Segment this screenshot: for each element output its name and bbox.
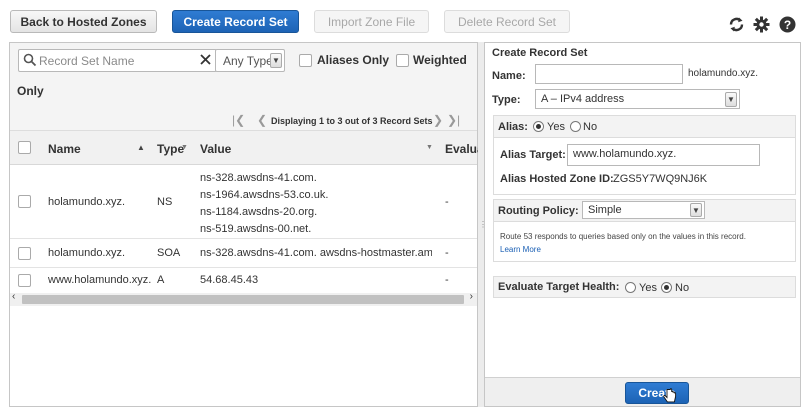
type-filter-value: Any Type bbox=[223, 54, 273, 68]
clear-search-icon[interactable] bbox=[199, 53, 212, 69]
scroll-left-icon[interactable]: ‹ bbox=[12, 291, 15, 302]
weighted-label: Weighted bbox=[413, 53, 467, 67]
evaluate-yes-radio[interactable] bbox=[625, 282, 636, 293]
evaluate-no-radio[interactable] bbox=[661, 282, 672, 293]
next-page-icon[interactable]: ❯ bbox=[433, 113, 443, 127]
first-page-icon[interactable]: |❮ bbox=[232, 113, 245, 127]
record-set-name-input[interactable] bbox=[39, 52, 189, 69]
record-value: ns-328.awsdns-41.com. awsdns-hostmaster.… bbox=[200, 247, 432, 259]
create-record-set-panel: Create Record Set Name: holamundo.xyz. T… bbox=[484, 42, 801, 407]
chevron-down-icon: ▼ bbox=[690, 203, 702, 217]
chevron-down-icon: ▼ bbox=[725, 92, 737, 107]
gear-icon[interactable] bbox=[752, 15, 770, 33]
chevron-down-icon[interactable]: ▼ bbox=[426, 144, 433, 151]
name-label: Name: bbox=[492, 70, 526, 82]
alias-yes-radio[interactable] bbox=[533, 121, 544, 132]
alias-label: Alias: bbox=[498, 121, 528, 133]
chevron-down-icon: ▼ bbox=[270, 53, 282, 68]
routing-policy-select[interactable]: Simple ▼ bbox=[582, 201, 705, 219]
pagination-text: Displaying 1 to 3 out of 3 Record Sets bbox=[271, 116, 433, 126]
row-checkbox[interactable] bbox=[18, 247, 31, 260]
filter-bar: Any Type ▼ Aliases Only Weighted Only |❮… bbox=[10, 43, 477, 131]
aliases-only-label: Aliases Only bbox=[317, 53, 390, 67]
search-icon bbox=[23, 53, 37, 70]
alias-no-radio[interactable] bbox=[570, 121, 581, 132]
record-value: ns-328.awsdns-41.com. bbox=[200, 172, 317, 184]
record-evaluate: - bbox=[445, 274, 449, 286]
weighted-label-continued: Only bbox=[17, 84, 44, 98]
scrollbar-thumb[interactable] bbox=[22, 295, 464, 304]
routing-header: Routing Policy: Simple ▼ bbox=[494, 200, 795, 222]
name-suffix: holamundo.xyz. bbox=[688, 68, 759, 79]
record-value: ns-1964.awsdns-53.co.uk. bbox=[200, 189, 329, 201]
record-type-select[interactable]: A – IPv4 address ▼ bbox=[535, 89, 740, 109]
record-name: holamundo.xyz. bbox=[48, 247, 126, 259]
evaluate-yes-label: Yes bbox=[639, 282, 657, 294]
sort-asc-icon[interactable]: ▲ bbox=[137, 143, 145, 152]
routing-policy-section: Routing Policy: Simple ▼ Route 53 respon… bbox=[493, 199, 796, 262]
row-checkbox[interactable] bbox=[18, 274, 31, 287]
routing-help-text: Route 53 responds to queries based only … bbox=[500, 232, 746, 241]
evaluate-health-header: Evaluate Target Health: Yes No bbox=[494, 277, 795, 297]
evaluate-health-section: Evaluate Target Health: Yes No bbox=[493, 276, 796, 298]
alias-zone-value: ZGS5Y7WQ9NJ6K bbox=[613, 173, 708, 185]
aliases-only-checkbox[interactable] bbox=[299, 54, 312, 67]
record-value: 54.68.45.43 bbox=[200, 274, 259, 286]
routing-policy-label: Routing Policy: bbox=[498, 205, 579, 217]
alias-target-input[interactable]: www.holamundo.xyz. bbox=[567, 144, 760, 166]
record-type: SOA bbox=[157, 247, 181, 259]
alias-yes-label: Yes bbox=[547, 121, 565, 133]
record-type: NS bbox=[157, 196, 173, 208]
delete-record-set-button[interactable]: Delete Record Set bbox=[444, 10, 570, 33]
learn-more-link[interactable]: Learn More bbox=[500, 245, 541, 254]
table-row[interactable]: holamundo.xyz. SOA ns-328.awsdns-41.com.… bbox=[10, 239, 477, 268]
record-evaluate: - bbox=[445, 196, 449, 208]
table-header: Name ▲ Type ▼ Value ▼ Evalua bbox=[10, 131, 484, 165]
back-to-hosted-zones-button[interactable]: Back to Hosted Zones bbox=[10, 10, 157, 33]
toolbar: Back to Hosted Zones Create Record Set I… bbox=[0, 0, 808, 42]
record-type-value: A – IPv4 address bbox=[541, 93, 625, 105]
last-page-icon[interactable]: ❯| bbox=[447, 113, 460, 127]
record-name: www.holamundo.xyz. bbox=[48, 274, 152, 286]
alias-header: Alias: Yes No bbox=[494, 116, 795, 138]
record-evaluate: - bbox=[445, 247, 449, 259]
search-box[interactable] bbox=[18, 49, 217, 72]
select-all-checkbox[interactable] bbox=[18, 141, 31, 154]
alias-section: Alias: Yes No Alias Target: www.holamund… bbox=[493, 115, 796, 195]
name-input[interactable] bbox=[535, 64, 683, 84]
evaluate-health-label: Evaluate Target Health: bbox=[498, 281, 620, 293]
horizontal-scrollbar[interactable]: ‹ › bbox=[10, 291, 477, 306]
previous-page-icon[interactable]: ❮ bbox=[257, 113, 267, 127]
type-filter-select[interactable]: Any Type ▼ bbox=[215, 49, 285, 72]
evaluate-no-label: No bbox=[675, 282, 690, 294]
record-sets-panel: Any Type ▼ Aliases Only Weighted Only |❮… bbox=[9, 42, 484, 407]
type-label: Type: bbox=[492, 94, 521, 106]
column-name[interactable]: Name bbox=[48, 142, 81, 156]
record-type: A bbox=[157, 274, 165, 286]
alias-zone-label: Alias Hosted Zone ID: bbox=[500, 173, 614, 185]
alias-target-label: Alias Target: bbox=[500, 149, 566, 161]
svg-text:?: ? bbox=[783, 18, 790, 32]
create-button[interactable]: Create bbox=[625, 382, 689, 404]
create-record-set-button[interactable]: Create Record Set bbox=[172, 10, 299, 33]
panel-title: Create Record Set bbox=[492, 47, 588, 59]
help-icon[interactable]: ? bbox=[778, 15, 796, 33]
row-checkbox[interactable] bbox=[18, 195, 31, 208]
table-row[interactable]: holamundo.xyz. NS ns-328.awsdns-41.com. … bbox=[10, 165, 477, 239]
import-zone-file-button[interactable]: Import Zone File bbox=[314, 10, 429, 33]
chevron-down-icon[interactable]: ▼ bbox=[181, 144, 188, 151]
routing-policy-value: Simple bbox=[588, 204, 622, 216]
record-value: ns-519.awsdns-00.net. bbox=[200, 223, 312, 235]
column-value[interactable]: Value bbox=[200, 142, 231, 156]
record-name: holamundo.xyz. bbox=[48, 196, 126, 208]
alias-no-label: No bbox=[583, 121, 598, 133]
scroll-right-icon[interactable]: › bbox=[470, 291, 473, 302]
table-row[interactable]: www.holamundo.xyz. A 54.68.45.43 - bbox=[10, 268, 477, 293]
weighted-checkbox[interactable] bbox=[396, 54, 409, 67]
refresh-icon[interactable] bbox=[727, 15, 745, 33]
record-value: ns-1184.awsdns-20.org. bbox=[200, 206, 318, 218]
hand-cursor-icon bbox=[663, 388, 677, 407]
form-footer: Create bbox=[485, 377, 800, 406]
